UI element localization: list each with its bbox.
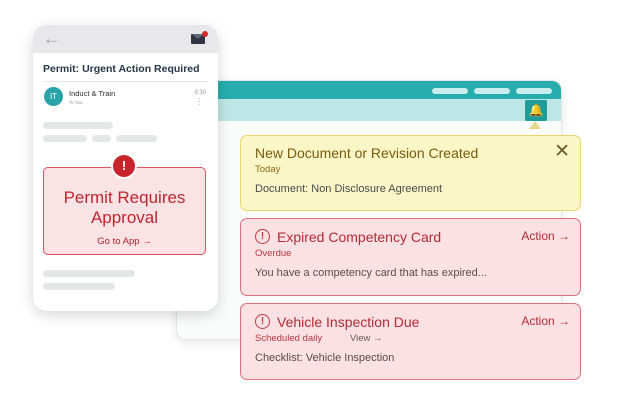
action-button[interactable]: Action → [521,229,570,243]
notification-subtitle: Scheduled daily [255,333,323,344]
skeleton-line [43,122,113,129]
notification-new-document[interactable]: New Document or Revision Created Today D… [240,135,581,211]
notification-title: New Document or Revision Created [255,145,479,161]
email-sender: Induct & Train [69,89,116,98]
titlebar-tab[interactable] [474,88,510,94]
email-time: 9:30 [194,90,206,96]
skeleton-line [116,135,157,142]
phone-header: ← [33,25,218,53]
window-toolbar [177,99,561,121]
notification-body: Checklist: Vehicle Inspection [255,352,395,364]
view-link[interactable]: View → [350,333,383,344]
skeleton-line [43,135,87,142]
titlebar-tab[interactable] [432,88,468,94]
skeleton-line [92,135,111,142]
popover-pointer [529,121,541,129]
skeleton-line [43,283,115,290]
warning-circle-icon: ! [255,314,270,329]
notification-subtitle: Today [255,164,281,175]
skeleton-line [43,270,135,277]
notification-vehicle-inspection[interactable]: ! Vehicle Inspection Due Action → Schedu… [240,303,581,380]
email-recipient: To You [69,100,83,105]
action-button[interactable]: Action → [521,314,570,328]
permit-approval-card[interactable]: Permit Requires Approval Go to App → [43,167,206,255]
more-options-icon[interactable]: ⋮ [195,98,203,106]
notification-title: Vehicle Inspection Due [277,314,420,330]
avatar: IT [44,87,63,106]
exclamation-icon: ! [113,155,135,177]
notification-body: You have a competency card that has expi… [255,267,487,279]
back-arrow-icon[interactable]: ← [43,29,60,49]
approval-title: Permit Requires Approval [63,188,186,227]
notification-subtitle: Overdue [255,248,292,259]
go-to-app-link[interactable]: Go to App → [44,236,205,247]
notification-title: Expired Competency Card [277,229,442,245]
window-titlebar [177,81,561,99]
warning-circle-icon: ! [255,229,270,244]
unread-dot [202,31,208,37]
divider [43,81,208,82]
notification-body: Document: Non Disclosure Agreement [255,183,443,195]
notification-bell-icon[interactable]: 🔔 [525,100,547,121]
close-icon[interactable]: ✕ [554,142,570,162]
notification-expired-card[interactable]: ! Expired Competency Card Action → Overd… [240,218,581,296]
email-subject: Permit: Urgent Action Required [43,63,200,75]
titlebar-tab[interactable] [516,88,552,94]
